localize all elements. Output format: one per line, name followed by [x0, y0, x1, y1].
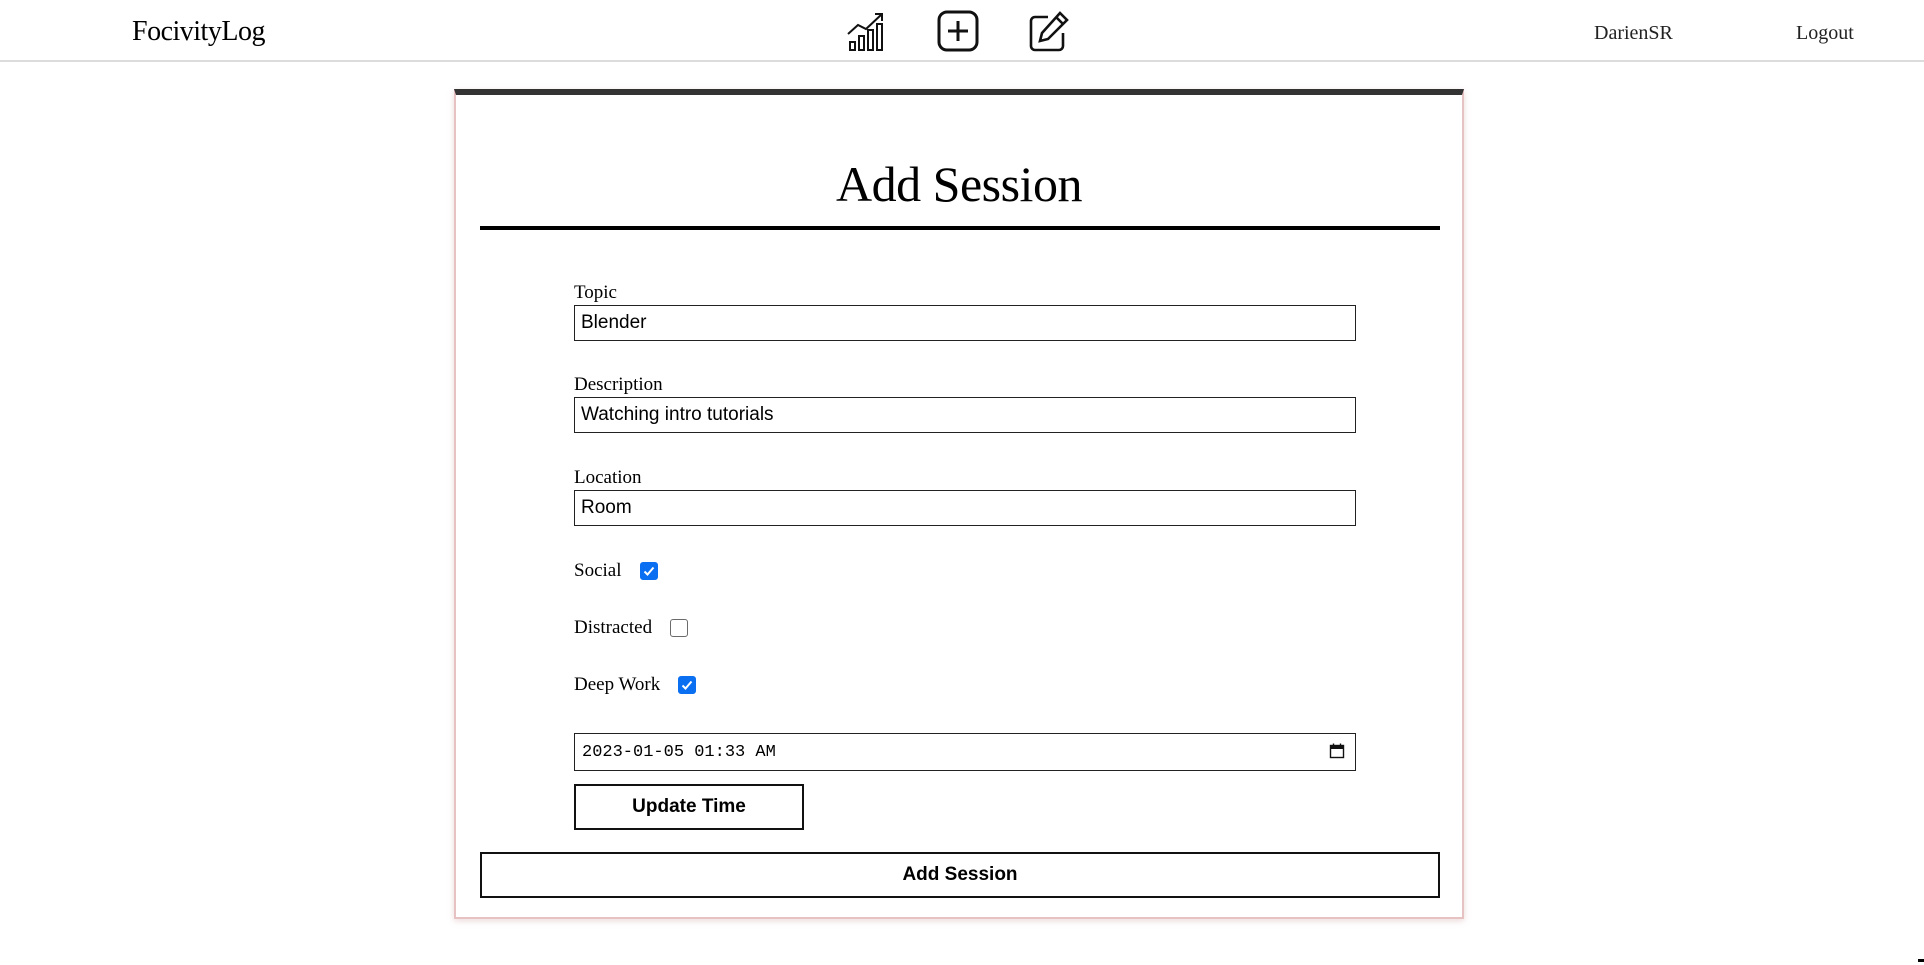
- stats-chart-icon[interactable]: [844, 8, 890, 54]
- add-session-card: Add Session Topic Description Location S…: [454, 89, 1464, 919]
- edit-note-icon[interactable]: [1026, 8, 1072, 54]
- distracted-row: Distracted: [574, 617, 689, 639]
- username-link[interactable]: DarienSR: [1594, 22, 1673, 45]
- calendar-icon[interactable]: [1329, 743, 1345, 759]
- datetime-value: 2023-01-05 01:33 AM: [582, 742, 776, 762]
- distracted-checkbox[interactable]: [670, 619, 689, 637]
- deep-work-checkbox[interactable]: [678, 676, 697, 694]
- top-navbar: FocivityLog DarienSR Logout: [0, 0, 1924, 62]
- checkmark-icon: [682, 680, 693, 690]
- logout-link[interactable]: Logout: [1796, 22, 1854, 45]
- deep-work-label: Deep Work: [574, 674, 661, 695]
- page-corner-mark: [1918, 959, 1924, 962]
- topic-label: Topic: [574, 282, 617, 303]
- location-input[interactable]: [574, 490, 1356, 526]
- distracted-label: Distracted: [574, 617, 653, 638]
- social-checkbox[interactable]: [639, 562, 658, 580]
- topic-input[interactable]: [574, 305, 1356, 341]
- add-square-icon[interactable]: [935, 8, 981, 54]
- description-label: Description: [574, 374, 663, 395]
- checkmark-icon: [643, 566, 654, 576]
- update-time-button[interactable]: Update Time: [574, 784, 804, 830]
- datetime-input[interactable]: 2023-01-05 01:33 AM: [574, 733, 1356, 771]
- location-label: Location: [574, 467, 642, 488]
- page-title: Add Session: [836, 156, 1082, 212]
- title-divider: [480, 226, 1440, 230]
- social-row: Social: [574, 560, 658, 582]
- social-label: Social: [574, 560, 622, 581]
- deep-work-row: Deep Work: [574, 674, 697, 696]
- description-input[interactable]: [574, 397, 1356, 433]
- add-session-button[interactable]: Add Session: [480, 852, 1440, 898]
- brand-logo[interactable]: FocivityLog: [132, 16, 265, 48]
